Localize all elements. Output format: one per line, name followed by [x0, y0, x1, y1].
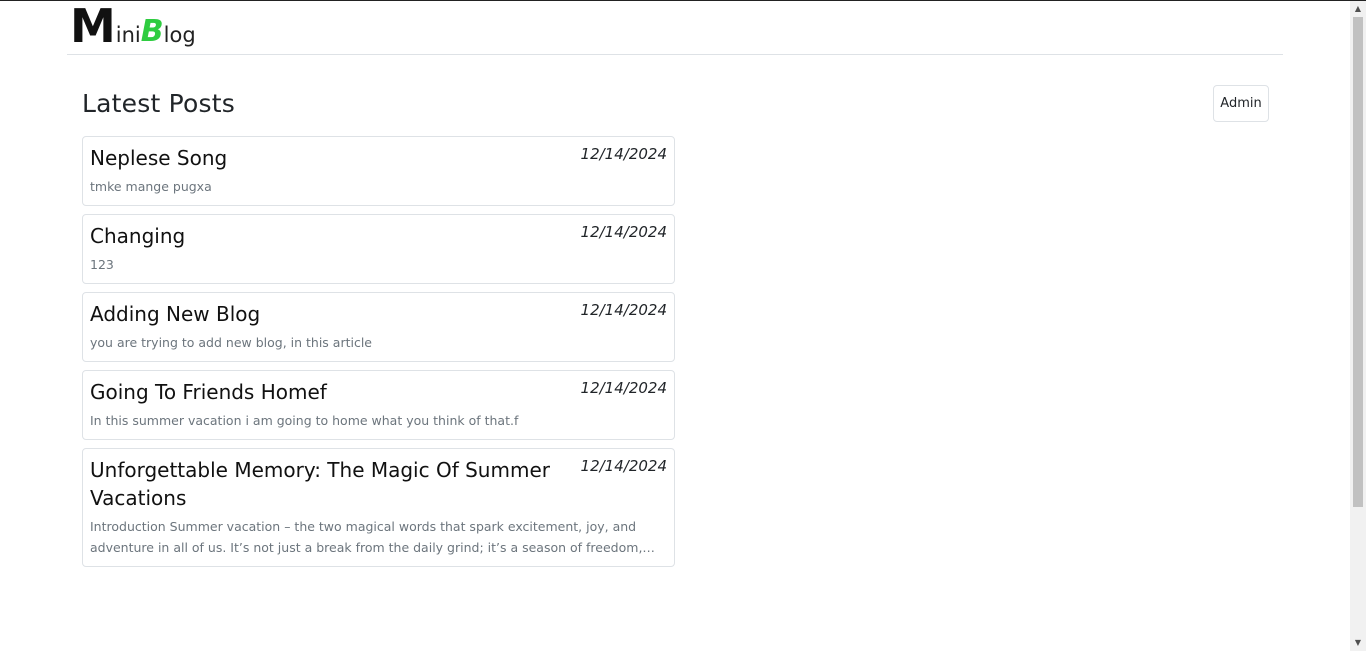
post-title[interactable]: Unforgettable Memory: The Magic Of Summe… [90, 456, 560, 512]
logo-letter-b: B [140, 14, 164, 49]
post-excerpt: tmke mange pugxa [90, 179, 212, 194]
post-title[interactable]: Neplese Song [90, 144, 560, 172]
admin-button[interactable]: Admin [1213, 85, 1269, 122]
post-excerpt: 123 [90, 257, 114, 272]
vertical-scrollbar[interactable]: ▲ ▼ [1350, 1, 1366, 651]
post-card[interactable]: Neplese Song 12/14/2024 tmke mange pugxa [82, 136, 675, 206]
post-date: 12/14/2024 [580, 301, 667, 319]
post-date: 12/14/2024 [580, 457, 667, 475]
post-excerpt: you are trying to add new blog, in this … [90, 335, 373, 350]
site-header: M ini B log [67, 1, 1283, 55]
logo-text-log: log [163, 23, 196, 47]
post-card[interactable]: Changing 12/14/2024 123 [82, 214, 675, 284]
page: M ini B log Latest Posts Admin Neplese S… [0, 1, 1350, 651]
post-title[interactable]: Going To Friends Homef [90, 378, 560, 406]
logo-text-ini: ini [115, 23, 141, 47]
post-title[interactable]: Adding New Blog [90, 300, 560, 328]
post-title[interactable]: Changing [90, 222, 560, 250]
post-date: 12/14/2024 [580, 223, 667, 241]
post-list: Neplese Song 12/14/2024 tmke mange pugxa… [82, 136, 675, 575]
post-card[interactable]: Going To Friends Homef 12/14/2024 In thi… [82, 370, 675, 440]
scrollbar-thumb[interactable] [1353, 17, 1363, 507]
post-date: 12/14/2024 [580, 145, 667, 163]
post-excerpt: In this summer vacation i am going to ho… [90, 413, 519, 428]
scroll-up-arrow-icon[interactable]: ▲ [1350, 1, 1366, 17]
site-logo[interactable]: M ini B log [70, 3, 196, 49]
post-excerpt: Introduction Summer vacation – the two m… [90, 519, 655, 555]
post-card[interactable]: Adding New Blog 12/14/2024 you are tryin… [82, 292, 675, 362]
page-title: Latest Posts [82, 89, 235, 118]
logo-letter-m: M [70, 0, 116, 53]
post-date: 12/14/2024 [580, 379, 667, 397]
post-card[interactable]: Unforgettable Memory: The Magic Of Summe… [82, 448, 675, 567]
scroll-down-arrow-icon[interactable]: ▼ [1350, 635, 1366, 651]
